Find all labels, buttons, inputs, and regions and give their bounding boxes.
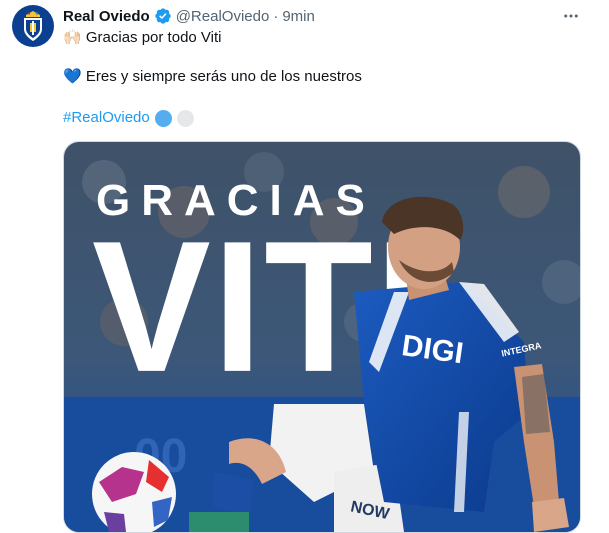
- tweet-line-2-text: Eres y siempre serás uno de los nuestros: [85, 68, 362, 85]
- blue-circle-icon: [154, 109, 172, 127]
- tweet-header: Real Oviedo @RealOviedo · 9min: [63, 6, 315, 26]
- tweet-card[interactable]: Real Oviedo @RealOviedo · 9min 🙌🏻 Gracia…: [0, 0, 609, 533]
- tweet-text-line-1: 🙌🏻 Gracias por todo Viti: [63, 28, 221, 48]
- blue-heart-emoji: 💙: [63, 68, 82, 85]
- media-photo: 00 GRACIAS VITI NOW DIGI INTEGRA: [64, 142, 580, 532]
- club-crest-icon: [24, 11, 42, 41]
- avatar[interactable]: [12, 5, 54, 47]
- tweet-line-1-text: Gracias por todo Viti: [85, 29, 222, 46]
- separator-dot: ·: [273, 7, 279, 25]
- account-handle[interactable]: @RealOviedo: [176, 8, 270, 25]
- tweet-hashtag-line: #RealOviedo: [63, 108, 194, 128]
- tweet-media-image[interactable]: 00 GRACIAS VITI NOW DIGI INTEGRA: [63, 141, 581, 533]
- tweet-text-line-2: 💙 Eres y siempre serás uno de los nuestr…: [63, 67, 362, 87]
- tweet-timestamp[interactable]: 9min: [282, 8, 315, 25]
- white-circle-icon: [176, 109, 194, 127]
- account-name[interactable]: Real Oviedo: [63, 8, 150, 25]
- hashtag-link[interactable]: #RealOviedo: [63, 108, 150, 128]
- verified-badge-icon: [154, 7, 172, 25]
- more-horizontal-icon[interactable]: [561, 6, 581, 26]
- raising-hands-emoji: 🙌🏻: [63, 29, 82, 46]
